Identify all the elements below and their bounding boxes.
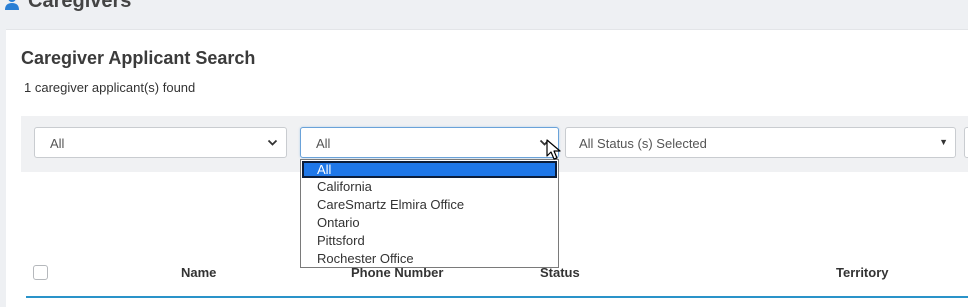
dropdown-option-california[interactable]: California bbox=[301, 178, 558, 196]
column-header-name[interactable]: Name bbox=[181, 265, 216, 280]
header-divider bbox=[26, 296, 968, 298]
filter-select-1[interactable]: All bbox=[34, 127, 287, 158]
column-header-territory[interactable]: Territory bbox=[836, 265, 889, 280]
result-count: 1 caregiver applicant(s) found bbox=[24, 80, 196, 95]
status-select[interactable]: All Status (s) Selected ▼ bbox=[565, 127, 956, 158]
filter-select-1-value: All bbox=[50, 136, 65, 151]
dropdown-option-pittsford[interactable]: Pittsford bbox=[301, 232, 558, 250]
search-title: Caregiver Applicant Search bbox=[21, 48, 256, 68]
caret-down-icon: ▼ bbox=[939, 137, 948, 147]
page-title: Caregivers bbox=[28, 0, 132, 12]
user-icon bbox=[5, 0, 19, 10]
page-header: Caregivers bbox=[0, 0, 968, 28]
dropdown-option-elmira[interactable]: CareSmartz Elmira Office bbox=[301, 196, 558, 214]
dropdown-option-all[interactable]: All bbox=[302, 161, 557, 178]
status-select-value: All Status (s) Selected bbox=[579, 136, 707, 151]
filter-select-4[interactable] bbox=[964, 127, 968, 158]
territory-dropdown-list[interactable]: All California CareSmartz Elmira Office … bbox=[300, 159, 559, 268]
select-all-checkbox[interactable] bbox=[33, 265, 48, 280]
territory-select-value: All bbox=[316, 136, 331, 151]
chevron-down-icon bbox=[267, 139, 278, 146]
mouse-cursor-icon bbox=[546, 139, 561, 160]
dropdown-option-rochester[interactable]: Rochester Office bbox=[301, 250, 558, 267]
territory-select[interactable]: All bbox=[300, 127, 559, 158]
dropdown-option-ontario[interactable]: Ontario bbox=[301, 214, 558, 232]
